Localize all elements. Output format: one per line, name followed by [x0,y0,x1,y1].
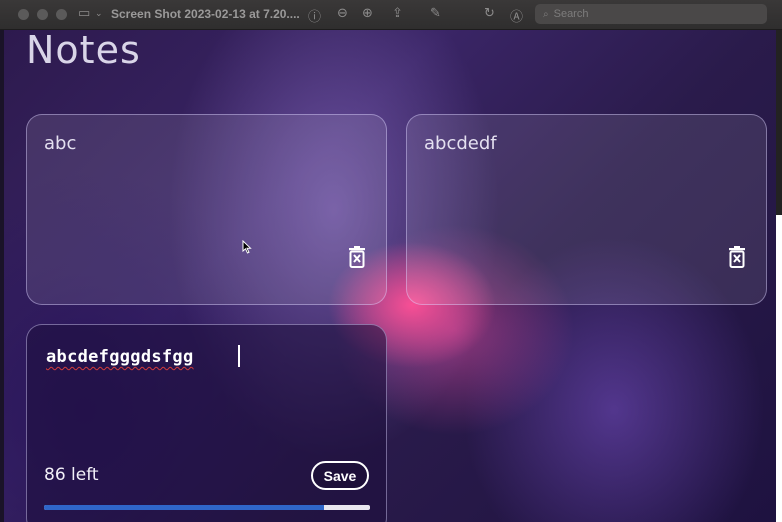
chevron-down-icon[interactable]: ⌄ [95,9,103,19]
mouse-pointer-icon [242,239,252,259]
close-window-button[interactable] [18,9,29,20]
trash-icon[interactable] [728,246,746,268]
note-input[interactable]: abcdefgggdsfgg [46,347,194,367]
share-icon[interactable]: ⇪ [392,6,403,21]
window-title: Screen Shot 2023-02-13 at 7.20.... [111,7,300,21]
rotate-icon[interactable]: ↻ [484,6,495,21]
zoom-out-icon[interactable]: ⊖ [337,6,348,21]
sidebar-toggle-icon[interactable]: ▭ [78,6,90,21]
search-icon: ⌕ [543,8,549,20]
trash-icon[interactable] [348,246,366,268]
character-progress-bar [44,505,370,510]
search-field[interactable]: ⌕ Search [535,4,767,24]
preview-toolbar: ▭ ⌄ Screen Shot 2023-02-13 at 7.20.... ⓘ… [0,0,782,30]
zoom-in-icon[interactable]: ⊕ [362,6,373,21]
window-controls [18,9,67,20]
background-window [776,30,782,522]
new-note-editor[interactable]: abcdefgggdsfgg 86 left Save [26,324,387,522]
minimize-window-button[interactable] [37,9,48,20]
notes-app: Notes abc abcdedf abcdefgggdsfgg 86 left [4,30,776,522]
markup-icon[interactable]: ✎ [430,6,441,21]
note-text: abcdedf [424,133,497,154]
page-title: Notes [26,30,141,72]
characters-left-label: 86 left [44,465,99,485]
info-icon[interactable]: ⓘ [308,6,321,25]
note-card: abcdedf [406,114,767,305]
zoom-window-button[interactable] [56,9,67,20]
progress-fill [44,505,325,510]
text-caret [238,345,240,367]
annotate-icon[interactable]: Ⓐ [510,6,523,25]
search-placeholder: Search [553,8,589,20]
note-card: abc [26,114,387,305]
note-text: abc [44,133,77,154]
save-button[interactable]: Save [311,461,369,490]
